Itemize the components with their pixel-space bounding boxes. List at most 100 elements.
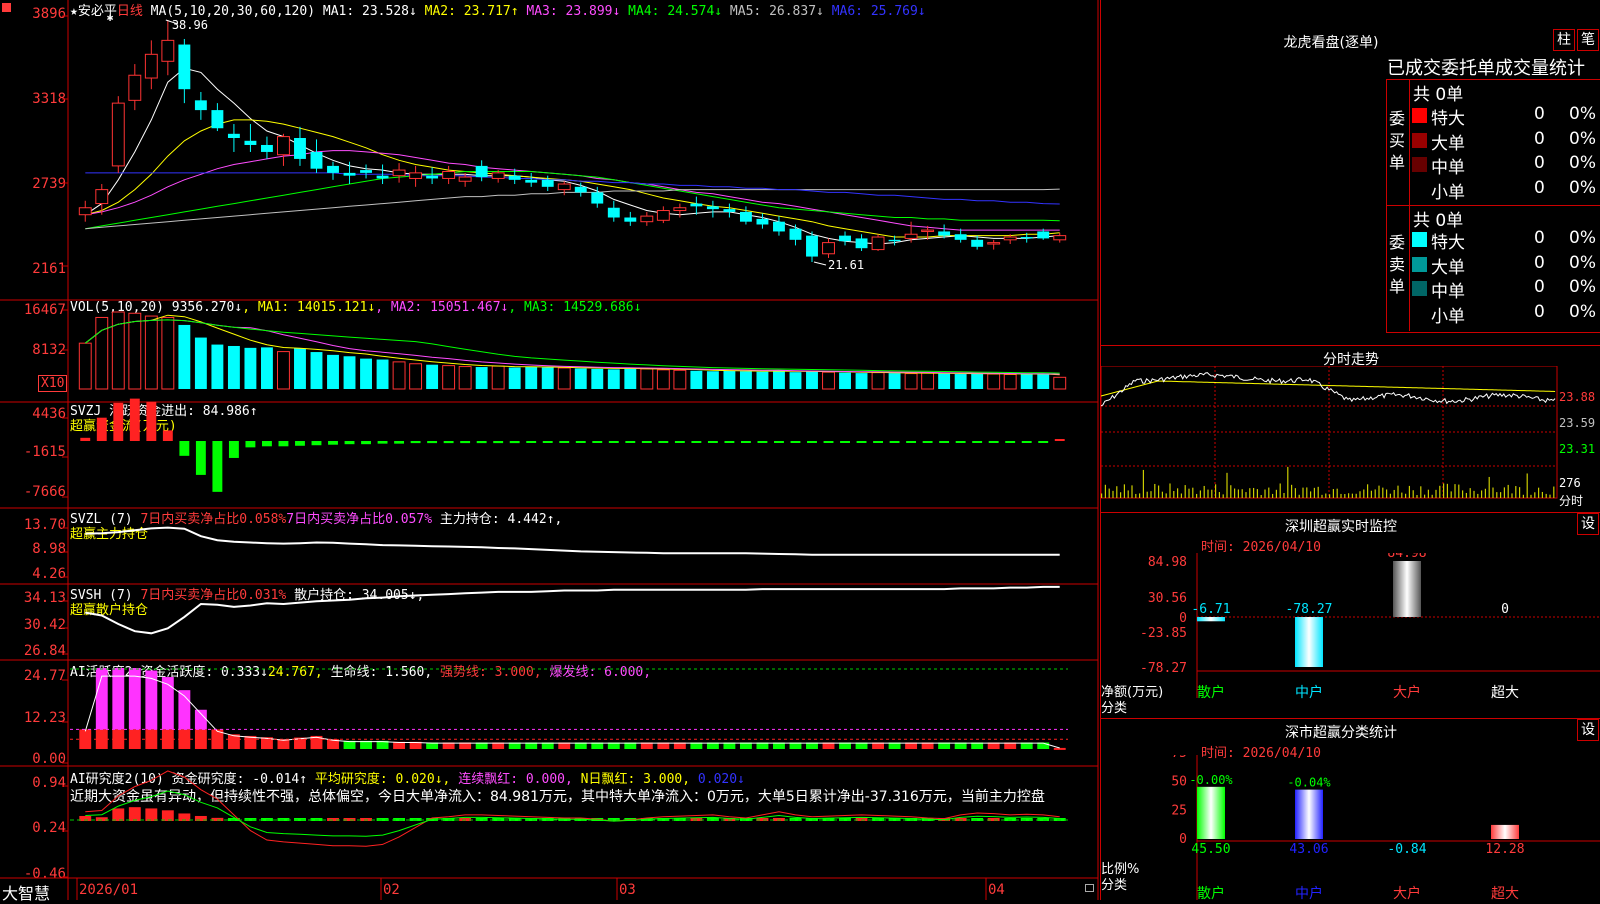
- sell-row: 中单 0 0%: [1410, 277, 1600, 302]
- fenshi-vol-bar: [1386, 489, 1388, 498]
- volume-bar: [706, 371, 719, 389]
- fenshi-vol-bar: [1492, 487, 1494, 498]
- monitor-y-tick: 0: [1179, 611, 1187, 626]
- volume-bar: [789, 372, 802, 389]
- flow-bar: [691, 441, 702, 443]
- fenshi-vol-bar: [1116, 486, 1118, 498]
- volume-bar: [871, 372, 885, 390]
- fenshi-vol-bar: [1108, 488, 1110, 498]
- candle-body: [227, 133, 240, 139]
- flow-bar: [344, 441, 355, 445]
- candle-body: [508, 175, 521, 180]
- fenshi-vol-bar: [1154, 483, 1156, 498]
- flow-bar: [394, 441, 405, 444]
- candle-body: [343, 172, 356, 176]
- flow-bar: [96, 417, 107, 441]
- flow-bar: [129, 398, 140, 441]
- flow-bar: [195, 441, 206, 475]
- buy-side-label: 委买单: [1389, 109, 1406, 172]
- buy-row: 中单 0 0%: [1410, 153, 1600, 178]
- fenshi-vol-bar: [1367, 484, 1369, 498]
- row-label: 特大: [1431, 109, 1465, 129]
- fenshi-vol-bar: [1473, 490, 1475, 498]
- volume-bar: [227, 345, 240, 389]
- fenshi-vol-bar: [1123, 484, 1125, 498]
- candle-body: [706, 206, 719, 210]
- row-label: 大单: [1431, 133, 1465, 154]
- candle-body: [1037, 231, 1050, 239]
- flow-bar: [988, 441, 999, 443]
- indicator-chart-svg: 38.96 21.61 ✱: [0, 0, 1099, 900]
- candle-body: [938, 231, 951, 236]
- candle-body: [1020, 237, 1033, 239]
- flow-bar: [1054, 439, 1065, 441]
- fenshi-vol-bar: [1237, 489, 1239, 498]
- volume-bar: [690, 370, 703, 389]
- bar-view-button[interactable]: 柱: [1553, 29, 1575, 51]
- class-bar: [1295, 789, 1323, 839]
- volume-bar: [327, 354, 339, 389]
- volume-bar: [178, 324, 191, 389]
- candle-body: [624, 217, 637, 222]
- candle-body: [822, 242, 835, 255]
- legend-swatch: [1412, 181, 1427, 197]
- candle-body: [392, 169, 406, 177]
- fenshi-vol-bar: [1184, 485, 1186, 498]
- candle-body: [673, 207, 687, 212]
- fenshi-vol-bar: [1522, 494, 1524, 498]
- legend-swatch: [1412, 132, 1427, 148]
- volume-bar: [211, 344, 224, 389]
- volume-bar: [1053, 376, 1067, 390]
- fenshi-vol-bar: [1127, 490, 1129, 498]
- fenshi-vol-bar: [1351, 493, 1353, 498]
- candle-body: [739, 211, 752, 222]
- fenshi-vol-bar: [1283, 492, 1285, 498]
- class-y-tick: 50: [1171, 775, 1187, 790]
- fenshi-vol-bar: [1169, 483, 1171, 498]
- flow-bar: [410, 441, 421, 444]
- flow-bar: [592, 441, 603, 443]
- fenshi-vol-bar: [1534, 492, 1536, 498]
- fenshi-vol-bar: [1226, 472, 1228, 498]
- fenshi-vol-bar: [1378, 485, 1380, 498]
- fenshi-vol-bar: [1340, 493, 1342, 498]
- fenshi-vol-bar: [1260, 494, 1262, 498]
- buy-row: 大单 0 0%: [1410, 129, 1600, 154]
- monitor-settings-button[interactable]: 设: [1577, 513, 1599, 535]
- ma-line-ma5: [85, 188, 1060, 230]
- fenshi-vol-bar: [1431, 494, 1433, 498]
- volume-bar: [839, 372, 851, 389]
- monitor-category-label: 散户: [1197, 684, 1225, 701]
- ma-line-ma6: [85, 172, 1060, 205]
- fenshi-vol-bar: [1481, 490, 1483, 498]
- tick-view-button[interactable]: 笔: [1577, 29, 1599, 51]
- fenshi-vol-bar: [1439, 485, 1441, 498]
- fenshi-vol-bar: [1424, 494, 1426, 498]
- flow-bar: [1005, 441, 1016, 443]
- fenshi-vol-bar: [1420, 486, 1422, 498]
- candle-body: [806, 235, 818, 257]
- main-chart-area[interactable]: ★安必平日线 MA(5,10,20,30,60,120) MA1: 23.528…: [0, 0, 1100, 903]
- research-bar: [128, 807, 141, 821]
- volume-bar: [95, 316, 109, 390]
- volume-bar: [194, 337, 207, 389]
- flow-bar: [922, 441, 933, 443]
- candle-body: [723, 209, 736, 212]
- class-settings-button[interactable]: 设: [1577, 719, 1599, 741]
- research-green-line: [85, 790, 1060, 837]
- candle-body: [327, 165, 339, 173]
- candle-body: [921, 229, 935, 232]
- fenshi-vol-bar: [1500, 492, 1502, 498]
- flow-bar: [774, 441, 784, 443]
- flow-bar: [295, 441, 305, 446]
- fenshi-chart[interactable]: [1101, 366, 1561, 512]
- volume-bar: [888, 373, 901, 389]
- monitor-title: 深圳超赢实时监控: [1285, 519, 1397, 535]
- volume-bar: [971, 373, 984, 389]
- flow-bar: [460, 441, 471, 444]
- fenshi-vol-bar: [1222, 494, 1224, 498]
- candle-body: [161, 39, 175, 62]
- flow-bar: [1038, 441, 1049, 443]
- fenshi-vol-bar: [1104, 484, 1106, 498]
- fenshi-vol-bar: [1382, 487, 1384, 498]
